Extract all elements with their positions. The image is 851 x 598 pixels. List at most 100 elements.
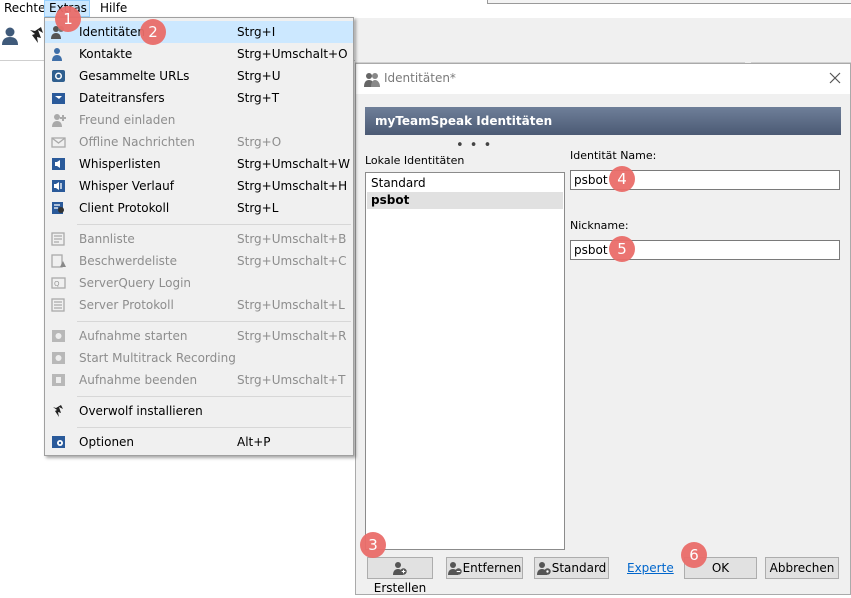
- menu-item-label: Optionen: [79, 435, 135, 449]
- set-default-button[interactable]: Standard: [534, 557, 609, 579]
- create-button-label: Erstellen: [373, 581, 427, 595]
- menu-item-shortcut: Strg+T: [237, 91, 280, 105]
- menu-item-label: ServerQuery Login: [79, 276, 192, 290]
- dialog-header-banner: myTeamSpeak Identitäten: [365, 107, 841, 135]
- callout-marker: 4: [609, 166, 635, 192]
- list-item[interactable]: Standard: [367, 175, 563, 192]
- menu-item-label: Whisper Verlauf: [79, 179, 174, 193]
- list-item-selected[interactable]: psbot: [367, 192, 563, 209]
- menu-item-shortcut: Strg+O: [237, 135, 282, 149]
- menu-rechte[interactable]: Rechte: [0, 0, 45, 17]
- menu-item-dateitransfers[interactable]: Dateitransfers Strg+T: [45, 87, 353, 109]
- close-icon[interactable]: [826, 69, 844, 87]
- extras-dropdown-menu: Identitäten Strg+I Kontakte Strg+Umschal…: [44, 17, 354, 456]
- menu-item-shortcut: Alt+P: [237, 435, 271, 449]
- set-default-button-label: Standard: [551, 561, 607, 575]
- identities-dialog: Identitäten* myTeamSpeak Identitäten • •…: [355, 63, 851, 595]
- serverquery-login-icon: Q: [51, 277, 66, 289]
- callout-marker: 3: [360, 532, 386, 558]
- splitter-handle[interactable]: • • •: [456, 139, 492, 152]
- menu-item-label: Aufnahme starten: [79, 329, 188, 343]
- menu-item-optionen[interactable]: Optionen Alt+P: [45, 431, 353, 453]
- menu-item-aufnahme-starten: Aufnahme starten Strg+Umschalt+R: [45, 325, 353, 347]
- menu-item-shortcut: Strg+Umschalt+L: [237, 298, 345, 312]
- options-icon: [52, 436, 65, 448]
- dialog-titlebar: Identitäten*: [356, 64, 850, 94]
- file-transfer-icon: [52, 93, 65, 104]
- menu-item-shortcut: Strg+Umschalt+W: [237, 157, 350, 171]
- menu-item-whisperlisten[interactable]: Whisperlisten Strg+Umschalt+W: [45, 153, 353, 175]
- menu-item-whisper-verlauf[interactable]: Whisper Verlauf Strg+Umschalt+H: [45, 175, 353, 197]
- menu-item-label: Dateitransfers: [79, 91, 165, 105]
- local-identities-label: Lokale Identitäten: [365, 154, 465, 167]
- menu-item-beschwerdeliste: Beschwerdeliste Strg+Umschalt+C: [45, 250, 353, 272]
- cancel-button[interactable]: Abbrechen: [765, 557, 839, 579]
- menu-item-label: Server Protokoll: [79, 298, 174, 312]
- menu-item-shortcut: Strg+Umschalt+O: [237, 47, 348, 61]
- menu-item-shortcut: Strg+Umschalt+B: [237, 232, 347, 246]
- menu-item-offline-nachrichten: Offline Nachrichten Strg+O: [45, 131, 353, 153]
- menu-item-serverquery-login: Q ServerQuery Login: [45, 272, 353, 294]
- complaint-list-icon: [51, 254, 66, 268]
- menu-item-identitaeten[interactable]: Identitäten Strg+I: [45, 21, 353, 43]
- identity-toolbar-icon[interactable]: [0, 26, 20, 46]
- menu-item-label: Bannliste: [79, 232, 135, 246]
- identities-icon: [364, 73, 380, 87]
- background-window-edge: [487, 0, 851, 4]
- menu-item-overwolf-installieren[interactable]: Overwolf installieren: [45, 400, 353, 422]
- menu-item-label: Offline Nachrichten: [79, 135, 195, 149]
- url-catcher-icon: [52, 70, 65, 82]
- contacts-icon: [52, 48, 62, 61]
- menu-item-bannliste: Bannliste Strg+Umschalt+B: [45, 228, 353, 250]
- invite-friend-icon: [52, 114, 66, 127]
- menu-hilfe[interactable]: Hilfe: [96, 0, 136, 17]
- callout-marker: 5: [609, 236, 635, 262]
- ban-list-icon: [51, 232, 65, 246]
- create-button[interactable]: Erstellen: [367, 557, 433, 595]
- menu-item-gesammelte-urls[interactable]: Gesammelte URLs Strg+U: [45, 65, 353, 87]
- menu-item-kontakte[interactable]: Kontakte Strg+Umschalt+O: [45, 43, 353, 65]
- identity-name-label: Identität Name:: [570, 149, 657, 162]
- identity-list[interactable]: Standard psbot: [365, 172, 565, 550]
- menu-item-label: Start Multitrack Recording: [79, 351, 236, 365]
- menu-separator: [77, 224, 351, 225]
- add-user-icon: [392, 562, 407, 575]
- remove-button-label: Entfernen: [462, 561, 522, 575]
- menu-item-label: Kontakte: [79, 47, 133, 61]
- default-user-icon: [536, 562, 551, 575]
- multitrack-record-icon: [52, 352, 65, 364]
- whisper-history-icon: [52, 180, 65, 192]
- menu-item-shortcut: Strg+L: [237, 201, 279, 215]
- menu-separator: [77, 396, 351, 397]
- menu-item-shortcut: Strg+Umschalt+T: [237, 373, 346, 387]
- menu-separator: [77, 427, 351, 428]
- menu-item-label: Gesammelte URLs: [79, 69, 190, 83]
- server-log-icon: [51, 298, 65, 312]
- overwolf-icon: [53, 405, 63, 417]
- callout-marker: 2: [140, 19, 166, 45]
- menu-item-label: Freund einladen: [79, 113, 176, 127]
- menu-item-shortcut: Strg+Umschalt+H: [237, 179, 348, 193]
- menu-item-shortcut: Strg+Umschalt+C: [237, 254, 347, 268]
- menu-separator: [77, 321, 351, 322]
- remove-button[interactable]: Entfernen: [446, 557, 523, 579]
- menu-item-server-protokoll: Server Protokoll Strg+Umschalt+L: [45, 294, 353, 316]
- remove-user-icon: [447, 562, 462, 575]
- menu-item-start-multitrack-recording: Start Multitrack Recording: [45, 347, 353, 369]
- menu-item-shortcut: Strg+Umschalt+R: [237, 329, 347, 343]
- record-stop-icon: [52, 374, 65, 386]
- record-start-icon: [52, 330, 65, 342]
- menu-item-shortcut: Strg+U: [237, 69, 281, 83]
- callout-marker: 1: [55, 6, 81, 32]
- menu-item-label: Overwolf installieren: [79, 404, 203, 418]
- menu-item-label: Identitäten: [79, 25, 145, 39]
- menu-item-aufnahme-beenden: Aufnahme beenden Strg+Umschalt+T: [45, 369, 353, 391]
- menu-item-freund-einladen: Freund einladen: [45, 109, 353, 131]
- menu-item-client-protokoll[interactable]: Client Protokoll Strg+L: [45, 197, 353, 219]
- menu-item-shortcut: Strg+I: [237, 25, 276, 39]
- menu-item-label: Beschwerdeliste: [79, 254, 177, 268]
- menu-item-label: Whisperlisten: [79, 157, 161, 171]
- expert-link[interactable]: Experte: [627, 561, 674, 575]
- menu-item-label: Aufnahme beenden: [79, 373, 198, 387]
- whisper-lists-icon: [52, 158, 65, 170]
